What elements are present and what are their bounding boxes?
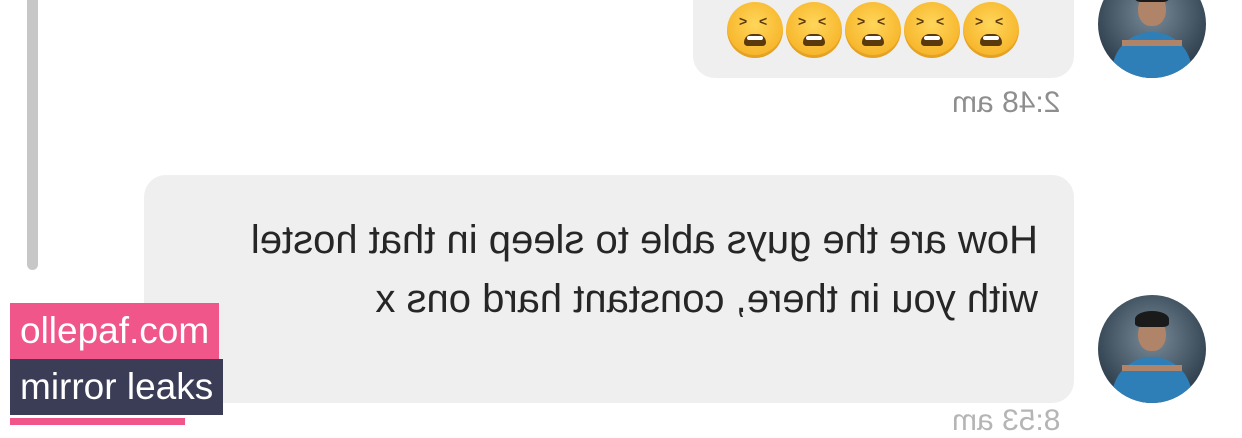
timestamp-text: 2:48 am — [952, 86, 1061, 119]
watermark-site-label: ollepaf.com — [10, 303, 220, 359]
message-timestamp: 2:48 am — [952, 86, 1060, 120]
avatar-head — [1138, 0, 1166, 26]
tired-face-emoji-icon: > < — [904, 2, 960, 58]
tired-face-emoji-icon: > < — [786, 2, 842, 58]
avatar-arms — [1122, 365, 1182, 389]
scrollbar[interactable] — [27, 0, 38, 270]
watermark-caption: mirror leaks — [10, 359, 224, 415]
tired-face-emoji-icon: > < — [845, 2, 901, 58]
text-message-bubble[interactable]: How are the guys able to sleep in that h… — [144, 175, 1074, 403]
watermark-strip — [10, 418, 185, 425]
message-text: How are the guys able to sleep in that h… — [250, 218, 1038, 321]
message-timestamp: 8:53 am — [952, 404, 1060, 438]
emoji-row: > < > < > < > < > < — [727, 2, 1019, 58]
avatar-hair — [1135, 0, 1169, 2]
tired-face-emoji-icon: > < — [727, 2, 783, 58]
sender-avatar[interactable] — [1098, 0, 1206, 78]
avatar-hair — [1135, 311, 1169, 327]
tired-face-emoji-icon: > < — [963, 2, 1019, 58]
emoji-message-bubble[interactable]: > < > < > < > < > < — [693, 0, 1074, 78]
timestamp-text: 8:53 am — [952, 404, 1061, 437]
sender-avatar[interactable] — [1098, 295, 1206, 403]
avatar-arms — [1122, 40, 1182, 64]
